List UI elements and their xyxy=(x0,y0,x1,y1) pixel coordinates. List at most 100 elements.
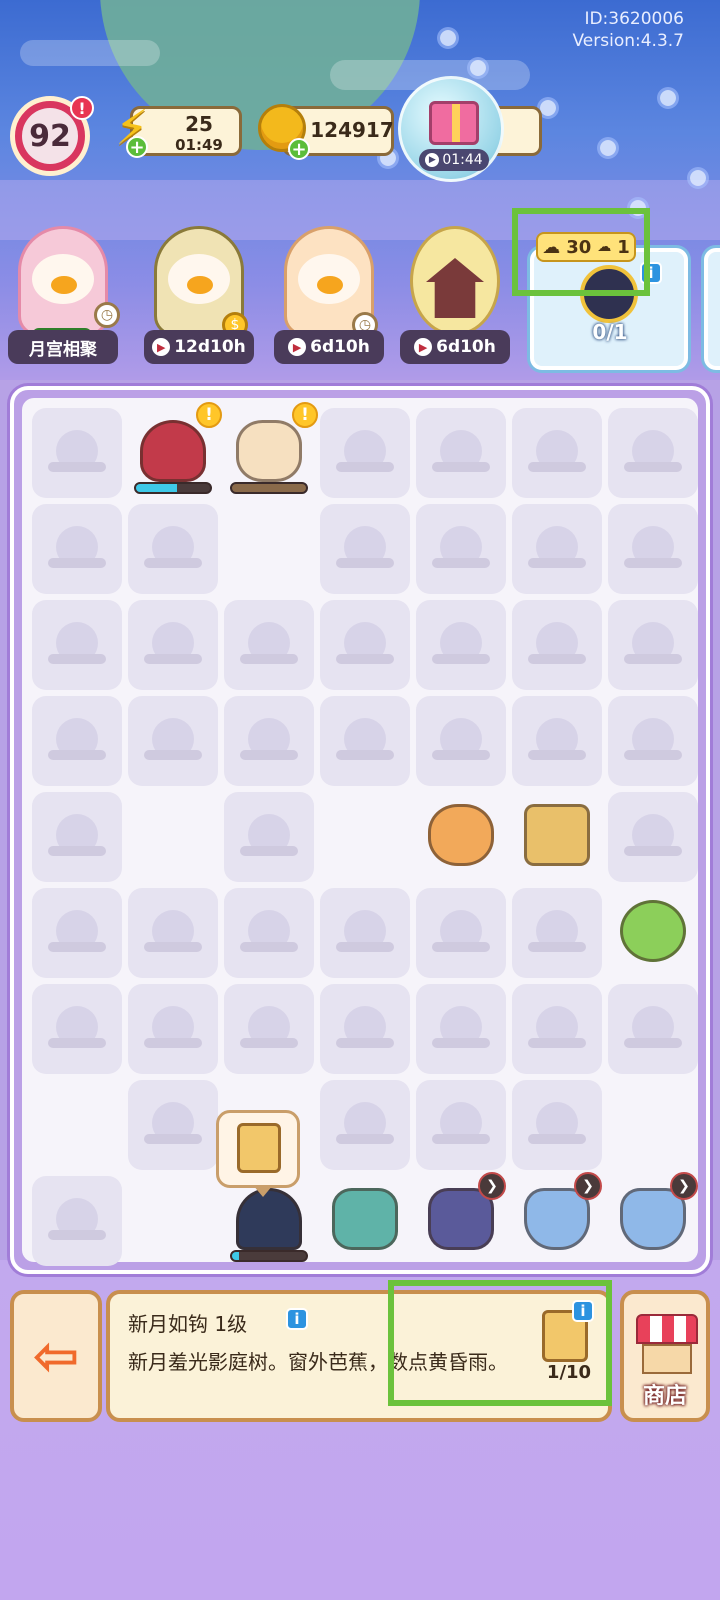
board-cell-locked[interactable] xyxy=(32,792,122,882)
board-cell-empty[interactable] xyxy=(128,792,218,882)
event-timer-label: ▶ 6d10h xyxy=(400,330,510,364)
board-cell-locked[interactable] xyxy=(128,984,218,1074)
board-cell-locked[interactable] xyxy=(128,504,218,594)
board-cell-locked[interactable] xyxy=(608,504,698,594)
board-cell-locked[interactable] xyxy=(128,1080,218,1170)
board-item-tree-shrine[interactable] xyxy=(320,1176,410,1266)
gift-bubble-button[interactable]: ▶ 01:44 xyxy=(398,76,504,182)
board-cell-locked[interactable] xyxy=(128,888,218,978)
board-cell-empty[interactable] xyxy=(608,1080,698,1170)
board-cell-locked[interactable] xyxy=(608,408,698,498)
order-card-next[interactable] xyxy=(704,248,720,370)
energy-timer: 01:49 xyxy=(175,136,223,154)
board-cell-locked[interactable] xyxy=(512,504,602,594)
board-cell-locked[interactable] xyxy=(512,408,602,498)
cloud-placeholder-icon xyxy=(432,750,490,760)
board-cell-locked[interactable] xyxy=(416,984,506,1074)
event-pagoda[interactable]: ▶ 6d10h xyxy=(396,218,514,368)
board-cell-locked[interactable] xyxy=(224,600,314,690)
tree-shrine-icon xyxy=(328,1182,402,1256)
board-cell-locked[interactable] xyxy=(608,696,698,786)
board-item-bowl-water[interactable]: ❯ xyxy=(512,1172,602,1266)
blossom-decoration xyxy=(660,90,676,106)
board-cell-locked[interactable] xyxy=(416,888,506,978)
board-cell-locked[interactable] xyxy=(320,888,410,978)
version-text: Version:4.3.7 xyxy=(572,31,685,51)
board-cell-locked[interactable] xyxy=(32,504,122,594)
order-reward-value: 30 xyxy=(566,236,592,258)
event-bunny-duck[interactable]: ◷ ▶ 6d10h xyxy=(270,218,388,368)
board-cell-locked[interactable] xyxy=(512,984,602,1074)
board-cell-locked[interactable] xyxy=(320,696,410,786)
cloud-placeholder-icon xyxy=(624,846,682,856)
order-info-button[interactable]: i xyxy=(640,262,662,284)
board-cell-locked[interactable] xyxy=(224,888,314,978)
add-energy-button[interactable]: + xyxy=(126,136,148,158)
item-speech-bubble xyxy=(216,1110,300,1197)
board-cell-locked[interactable] xyxy=(320,600,410,690)
board-cell-locked[interactable] xyxy=(32,696,122,786)
board-cell-locked[interactable] xyxy=(512,600,602,690)
board-cell-locked[interactable] xyxy=(128,600,218,690)
board-cell-locked[interactable] xyxy=(416,600,506,690)
add-coins-button[interactable]: + xyxy=(288,138,310,160)
blossom-decoration xyxy=(630,200,646,216)
cloud-placeholder-icon xyxy=(144,942,202,952)
board-cell-locked[interactable] xyxy=(608,600,698,690)
board-cell-locked[interactable] xyxy=(224,984,314,1074)
item-info-button[interactable]: i xyxy=(286,1308,308,1330)
item-description: 新月羞光影庭树。窗外芭蕉，数点黄昏雨。 xyxy=(128,1350,508,1374)
board-cell-locked[interactable] xyxy=(320,504,410,594)
board-cell-locked[interactable] xyxy=(32,888,122,978)
board-item-bunny-baker[interactable]: ! xyxy=(224,402,318,498)
exit-button[interactable]: ⇦ xyxy=(10,1290,102,1422)
board-item-mooncake[interactable] xyxy=(416,792,506,882)
board-inner: !! ❯ ❯ ❯ xyxy=(22,398,698,1266)
board-cell-locked[interactable] xyxy=(416,504,506,594)
board-cell-locked[interactable] xyxy=(128,696,218,786)
board-cell-locked[interactable] xyxy=(512,888,602,978)
board-cell-empty[interactable] xyxy=(320,792,410,882)
cloud-placeholder-icon xyxy=(432,1038,490,1048)
event-moon-palace[interactable]: ◷ 月宫相聚 xyxy=(4,218,122,368)
cloud-placeholder-icon xyxy=(432,558,490,568)
cloud-placeholder-icon xyxy=(624,750,682,760)
board-item-bowl-water[interactable]: ❯ xyxy=(608,1172,698,1266)
board-item-green-dumplings[interactable] xyxy=(608,888,698,978)
shop-button[interactable]: 商店 xyxy=(620,1290,710,1422)
board-cell-locked[interactable] xyxy=(224,696,314,786)
board-cell-locked[interactable] xyxy=(320,984,410,1074)
board-cell-empty[interactable] xyxy=(32,1080,122,1170)
cloud-placeholder-icon xyxy=(336,1038,394,1048)
board-cell-empty[interactable] xyxy=(128,1176,218,1266)
event-turban-duck[interactable]: $ ▶ 12d10h xyxy=(140,218,258,368)
board-cell-empty[interactable] xyxy=(224,504,314,594)
board-cell-locked[interactable] xyxy=(320,1080,410,1170)
board-cell-locked[interactable] xyxy=(416,1080,506,1170)
clock-icon: ◷ xyxy=(94,302,120,328)
board-cell-locked[interactable] xyxy=(320,408,410,498)
shop-icon xyxy=(642,1344,692,1374)
order-reward: ☁ 30 ☁ 1 xyxy=(536,232,636,262)
cloud-placeholder-icon xyxy=(48,1230,106,1240)
build-info: ID:3620006 Version:4.3.7 xyxy=(573,8,685,52)
board-cell-locked[interactable] xyxy=(512,696,602,786)
board-cell-locked[interactable] xyxy=(512,1080,602,1170)
cloud-placeholder-icon xyxy=(528,558,586,568)
board-cell-locked[interactable] xyxy=(416,696,506,786)
board-cell-locked[interactable] xyxy=(224,792,314,882)
gift-box-icon xyxy=(429,101,479,145)
board-item-lantern-box[interactable] xyxy=(512,792,602,882)
board-cell-locked[interactable] xyxy=(416,408,506,498)
board-cell-locked[interactable] xyxy=(32,984,122,1074)
board-cell-locked[interactable] xyxy=(608,984,698,1074)
board-cell-locked[interactable] xyxy=(32,600,122,690)
board-cell-locked[interactable] xyxy=(608,792,698,882)
board-cell-locked[interactable] xyxy=(32,1176,122,1266)
cloud-placeholder-icon xyxy=(240,942,298,952)
board-item-red-pot[interactable]: ! xyxy=(128,402,222,498)
board-cell-locked[interactable] xyxy=(32,408,122,498)
chain-info-button[interactable]: i xyxy=(572,1300,594,1322)
blossom-decoration xyxy=(690,170,706,186)
board-item-star-jar[interactable]: ❯ xyxy=(416,1172,506,1266)
